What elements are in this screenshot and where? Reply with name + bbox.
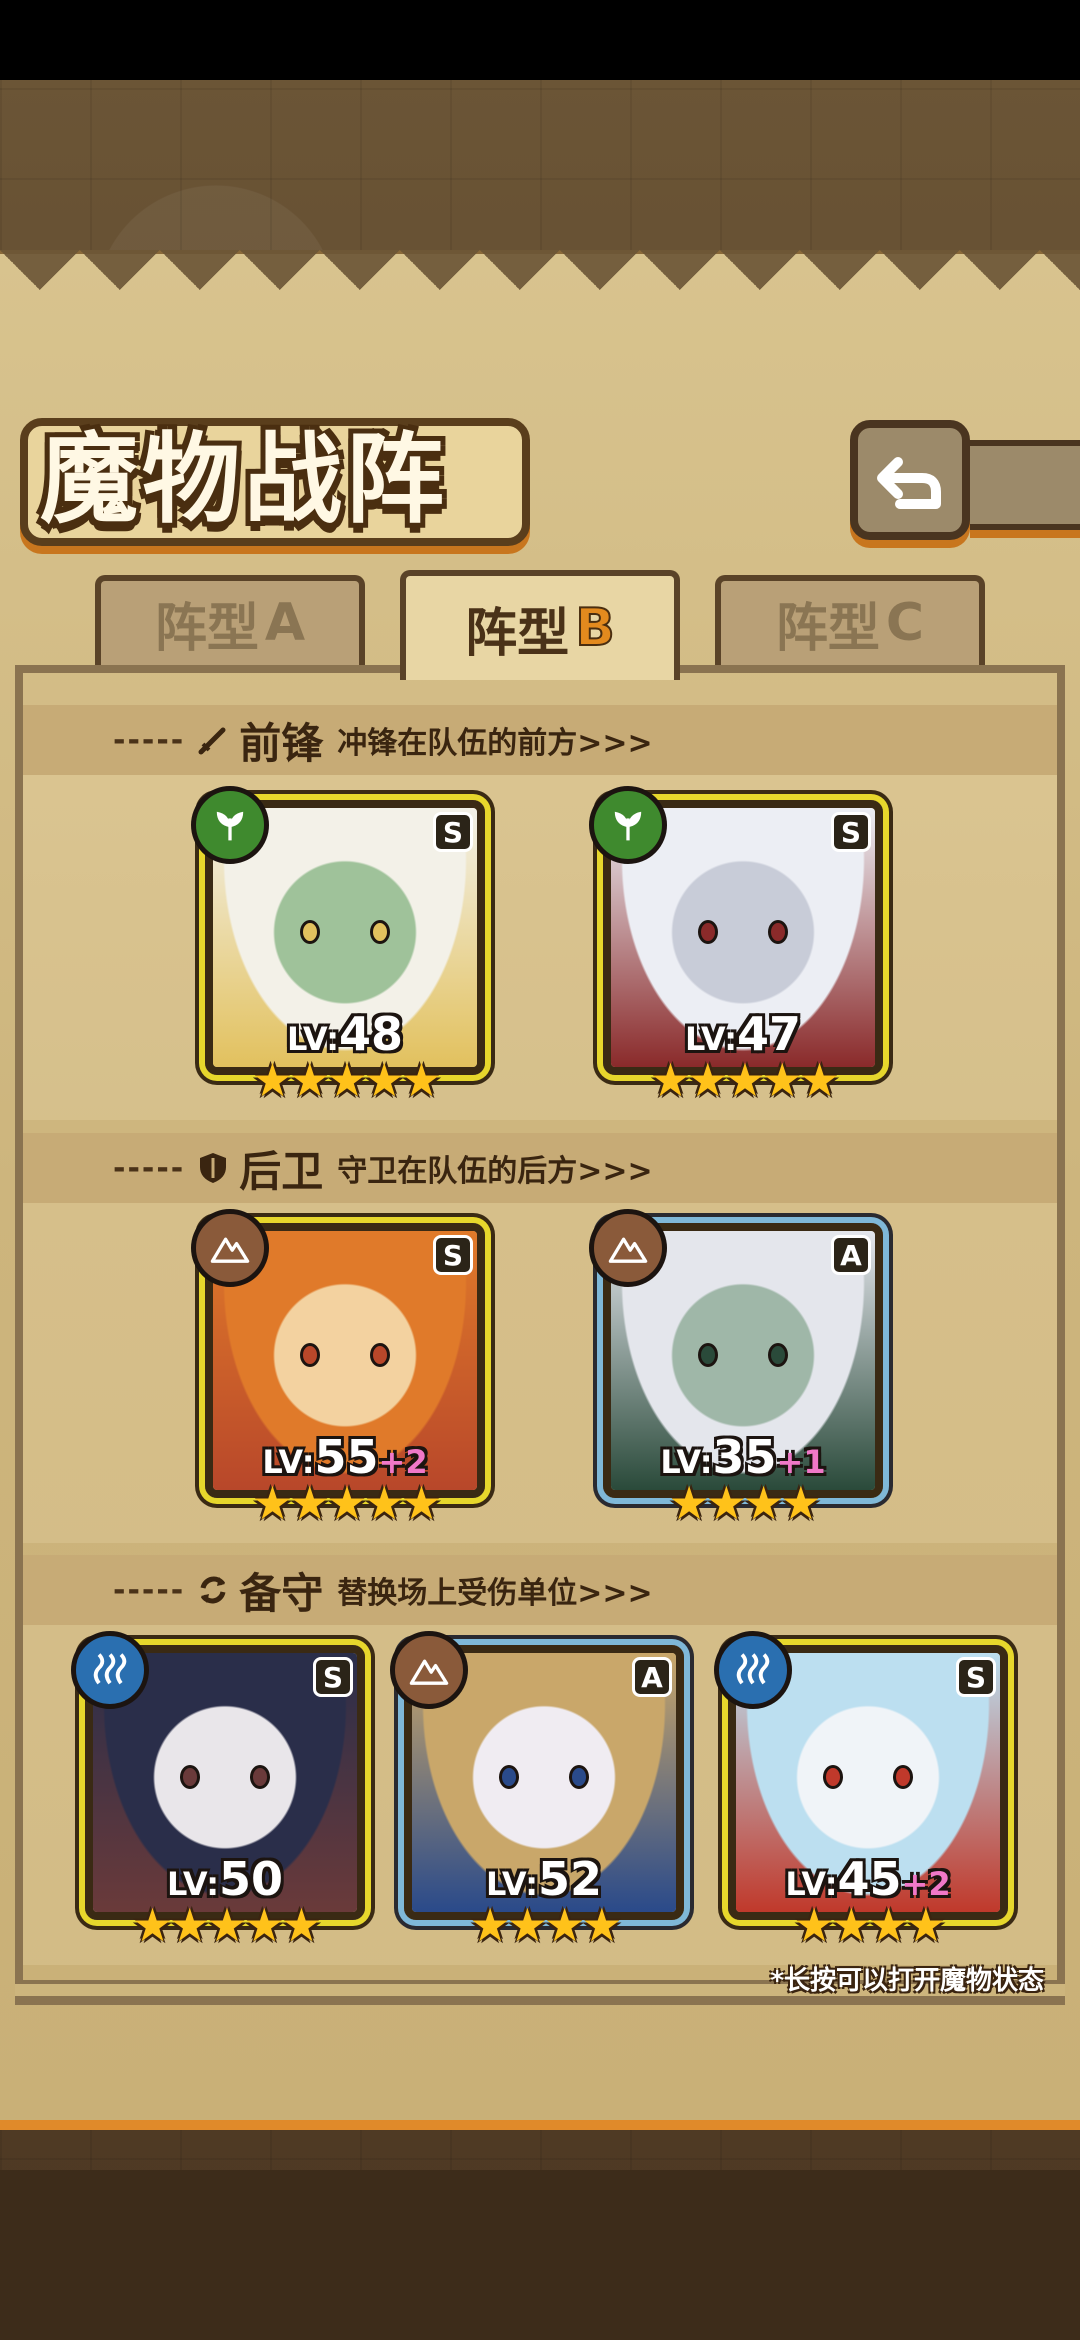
- water-element-icon: [714, 1631, 792, 1709]
- rank-badge: S: [956, 1657, 996, 1697]
- nature-element-icon: [589, 786, 667, 864]
- section-header-front: ----- 前锋 冲锋在队伍的前方>>>: [23, 705, 1057, 775]
- rank-badge: S: [831, 812, 871, 852]
- swap-arrows-icon: [195, 1572, 231, 1608]
- water-element-icon: [71, 1631, 149, 1709]
- status-bar: [0, 0, 1080, 80]
- star-rating: ★★★★★: [251, 1053, 442, 1107]
- rank-badge: S: [433, 812, 473, 852]
- sword-icon: [195, 722, 231, 758]
- monster-face: [300, 1343, 390, 1368]
- tab-label: 阵型: [775, 598, 880, 659]
- tab-formation-a[interactable]: 阵型 A: [95, 575, 365, 665]
- tab-letter: B: [574, 597, 616, 659]
- long-press-hint: *长按可以打开魔物状态: [770, 1966, 1044, 1996]
- star-rating: ★★★★★: [649, 1053, 840, 1107]
- back-button[interactable]: [850, 420, 970, 540]
- section-title: 前锋: [239, 718, 324, 768]
- earth-element-icon: [589, 1209, 667, 1287]
- front-row: [23, 775, 1057, 1120]
- tab-letter: A: [264, 593, 306, 653]
- tab-label: 阵型: [154, 598, 259, 659]
- rear-row: [23, 1203, 1057, 1543]
- earth-element-icon: [390, 1631, 468, 1709]
- tab-formation-b[interactable]: 阵型 B: [400, 570, 680, 680]
- monster-face: [823, 1765, 913, 1790]
- panel-zigzag-edge: [0, 250, 1080, 330]
- monster-face: [698, 920, 788, 945]
- bottom-band: [0, 2170, 1080, 2340]
- earth-element-icon: [191, 1209, 269, 1287]
- star-rating: ★★★★: [469, 1898, 623, 1952]
- star-rating: ★★★★: [668, 1476, 822, 1530]
- section-header-reserve: ----- 备守 替换场上受伤单位>>>: [23, 1555, 1057, 1625]
- section-header-rear: ----- 后卫 守卫在队伍的后方>>>: [23, 1133, 1057, 1203]
- nature-element-icon: [191, 786, 269, 864]
- monster-face: [300, 920, 390, 945]
- rank-badge: S: [313, 1657, 353, 1697]
- back-arrow-icon: [877, 457, 941, 509]
- tab-letter: C: [885, 593, 925, 653]
- section-title: 后卫: [239, 1146, 324, 1196]
- tab-label: 阵型: [465, 603, 570, 664]
- section-description: 冲锋在队伍的前方>>>: [337, 726, 653, 761]
- section-description: 替换场上受伤单位>>>: [337, 1576, 653, 1611]
- section-description: 守卫在队伍的后方>>>: [337, 1154, 653, 1189]
- star-rating: ★★★★: [793, 1898, 947, 1952]
- rank-badge: S: [433, 1235, 473, 1275]
- monster-face: [499, 1765, 589, 1790]
- star-rating: ★★★★★: [131, 1898, 322, 1952]
- rank-badge: A: [831, 1235, 871, 1275]
- back-rail: [970, 440, 1080, 530]
- tab-formation-c[interactable]: 阵型 C: [715, 575, 985, 665]
- star-rating: ★★★★★: [251, 1476, 442, 1530]
- monster-face: [180, 1765, 270, 1790]
- rank-badge: A: [632, 1657, 672, 1697]
- section-title: 备守: [239, 1568, 324, 1618]
- shield-icon: [195, 1150, 231, 1186]
- monster-face: [698, 1343, 788, 1368]
- page-title: 魔物战阵: [40, 422, 449, 537]
